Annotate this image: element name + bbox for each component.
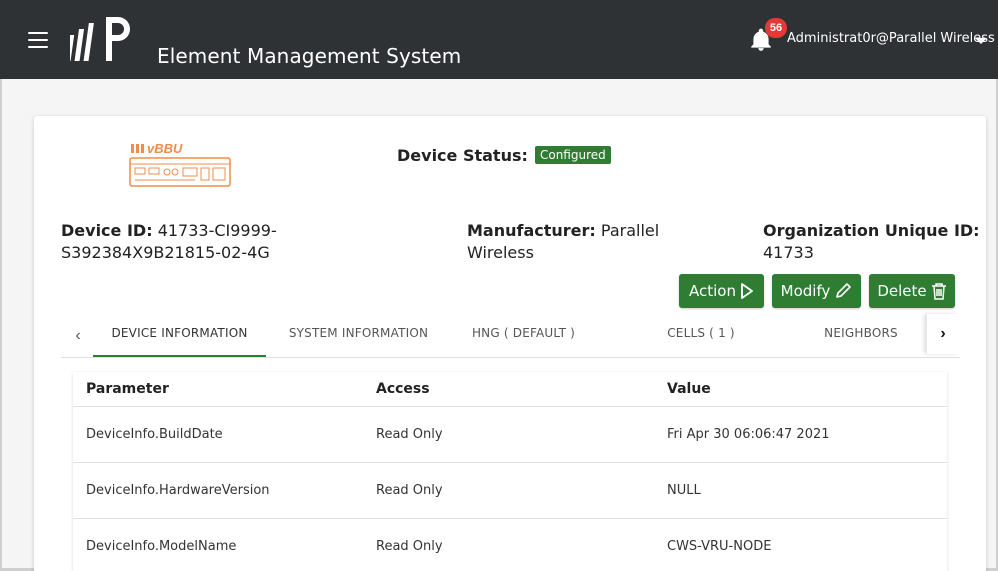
delete-button[interactable]: Delete [869,274,955,308]
logo-icon [65,15,134,68]
organization-id-value: 41733 [763,243,814,262]
table-cell: NULL [667,483,701,498]
tab-bar: ‹ DEVICE INFORMATION SYSTEM INFORMATION … [61,312,960,358]
modify-button-label: Modify [780,282,831,300]
column-header: Access [376,381,430,397]
device-id: Device ID: 41733-CI9999-S392384X9B21815-… [61,220,321,264]
play-icon [741,283,753,299]
app-title: Element Management System [157,44,462,68]
table-row[interactable]: DeviceInfo.ModelName Read Only CWS-VRU-N… [73,519,947,571]
table-cell: Read Only [376,539,443,554]
table-header: Parameter Access Value [73,372,947,407]
tab-neighbors[interactable]: NEIGHBORS [806,326,916,340]
table-cell: Read Only [376,427,443,442]
top-bar: Element Management System 56 Administrat… [0,0,998,79]
tab-device-information[interactable]: DEVICE INFORMATION [94,326,265,340]
active-tab-indicator [93,355,266,357]
status-badge: Configured [534,146,611,164]
device-card: vBBU Device Status: Configured Device ID… [34,116,986,571]
notification-badge[interactable]: 56 [765,18,787,38]
trash-icon [931,283,946,300]
user-menu[interactable]: Administrat0r@Parallel Wireless [787,31,995,46]
table-cell: Read Only [376,483,443,498]
table-cell: DeviceInfo.ModelName [86,539,237,554]
pencil-icon [836,283,852,298]
parameter-table: Parameter Access Value DeviceInfo.BuildD… [73,372,947,571]
manufacturer: Manufacturer: Parallel Wireless [467,220,687,264]
column-header: Parameter [86,381,169,397]
table-cell: DeviceInfo.BuildDate [86,427,223,442]
device-image-label: vBBU [147,142,183,156]
tab-system-information[interactable]: SYSTEM INFORMATION [276,326,441,340]
action-button[interactable]: Action [679,274,764,308]
device-status-label: Device Status: [397,146,528,165]
delete-button-label: Delete [877,282,927,300]
chevron-left-icon[interactable]: ‹ [64,322,92,350]
device-id-label: Device ID: [61,221,153,240]
table-cell: CWS-VRU-NODE [667,539,772,554]
table-cell: Fri Apr 30 06:06:47 2021 [667,427,830,442]
modify-button[interactable]: Modify [772,274,861,308]
chevron-right-icon[interactable]: › [927,314,959,354]
tab-cells[interactable]: CELLS ( 1 ) [641,326,761,340]
table-row[interactable]: DeviceInfo.HardwareVersion Read Only NUL… [73,463,947,519]
manufacturer-label: Manufacturer: [467,221,596,240]
table-cell: DeviceInfo.HardwareVersion [86,483,270,498]
table-row[interactable]: DeviceInfo.BuildDate Read Only Fri Apr 3… [73,407,947,463]
chevron-down-icon[interactable] [975,38,987,44]
organization-id: Organization Unique ID: 41733 [763,220,983,264]
action-button-label: Action [689,282,736,300]
device-image: vBBU [129,141,231,193]
organization-id-label: Organization Unique ID: [763,221,980,240]
menu-icon[interactable] [28,32,48,48]
device-status: Device Status: Configured [397,146,611,165]
column-header: Value [667,381,711,397]
tab-hng-default[interactable]: HNG ( DEFAULT ) [451,326,596,340]
